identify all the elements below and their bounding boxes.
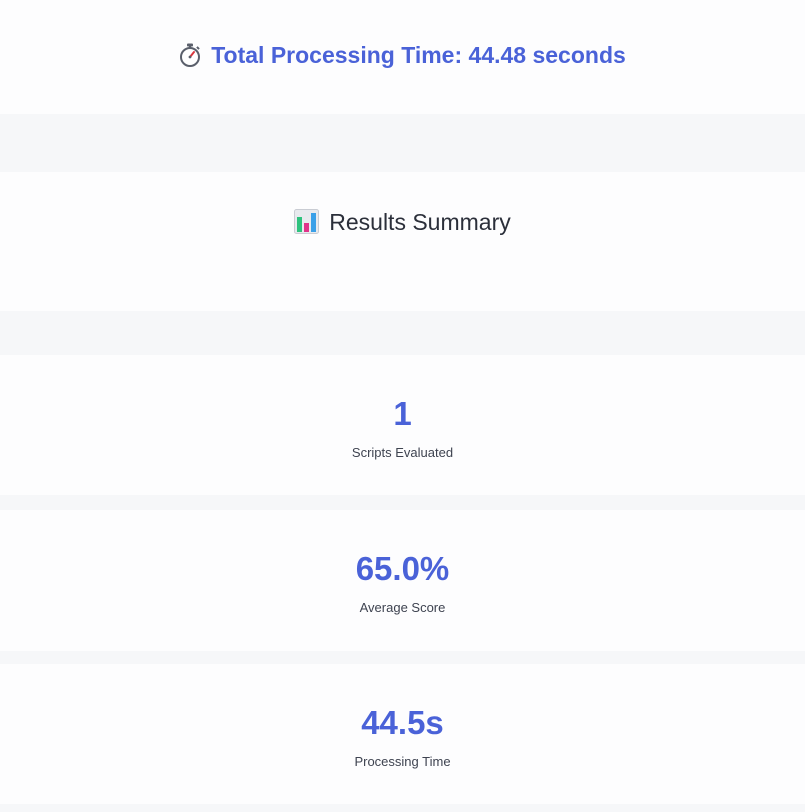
results-page: Total Processing Time: 44.48 seconds Res… — [0, 0, 805, 812]
metric-card-average-score: 65.0% Average Score — [0, 510, 805, 651]
metric-value: 44.5s — [361, 704, 444, 741]
processing-time-text: Total Processing Time: 44.48 seconds — [211, 42, 626, 68]
metric-card-processing-time: 44.5s Processing Time — [0, 664, 805, 804]
metric-label: Scripts Evaluated — [351, 445, 454, 460]
bar-chart-icon — [294, 209, 320, 243]
metric-card-scripts-evaluated: 1 Scripts Evaluated — [0, 355, 805, 495]
processing-time-card: Total Processing Time: 44.48 seconds — [0, 0, 805, 114]
results-summary-heading: Results Summary — [0, 205, 805, 243]
results-summary-title: Results Summary — [329, 209, 511, 235]
stopwatch-icon — [179, 42, 201, 76]
results-summary-card: Results Summary — [0, 172, 805, 311]
processing-time-banner: Total Processing Time: 44.48 seconds — [0, 38, 805, 76]
metric-label: Processing Time — [354, 754, 451, 769]
metric-value: 65.0% — [355, 550, 450, 587]
metric-value: 1 — [393, 395, 412, 432]
metric-label: Average Score — [359, 600, 446, 615]
